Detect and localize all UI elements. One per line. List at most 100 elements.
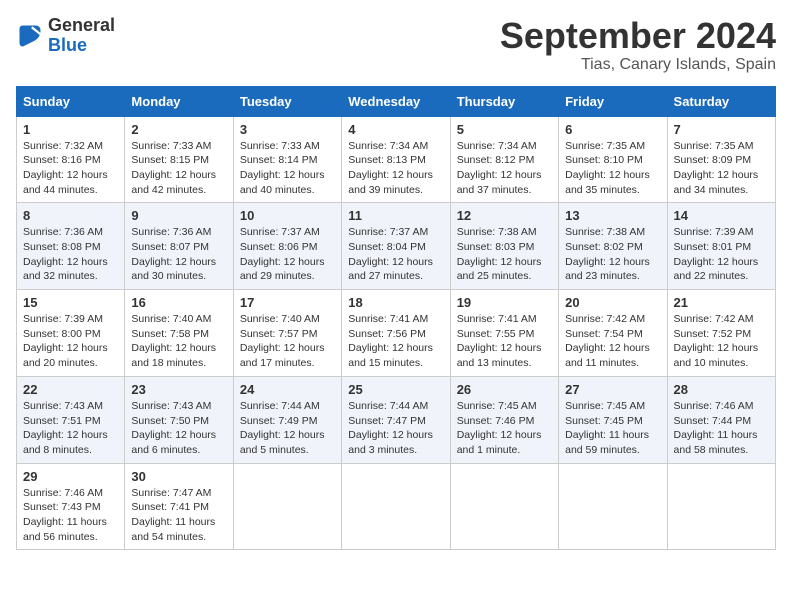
- day-info: Sunrise: 7:44 AM Sunset: 7:47 PM Dayligh…: [348, 399, 443, 458]
- logo-icon: [16, 22, 44, 50]
- calendar-week-row: 15 Sunrise: 7:39 AM Sunset: 8:00 PM Dayli…: [17, 290, 776, 377]
- day-info: Sunrise: 7:45 AM Sunset: 7:45 PM Dayligh…: [565, 399, 660, 458]
- logo: General Blue: [16, 16, 115, 56]
- calendar-cell: [233, 463, 341, 550]
- calendar-cell: 8 Sunrise: 7:36 AM Sunset: 8:08 PM Daylig…: [17, 203, 125, 290]
- day-info: Sunrise: 7:35 AM Sunset: 8:09 PM Dayligh…: [674, 139, 769, 198]
- day-info: Sunrise: 7:41 AM Sunset: 7:55 PM Dayligh…: [457, 312, 552, 371]
- day-number: 8: [23, 208, 118, 223]
- calendar-cell: 20Sunrise: 7:42 AM Sunset: 7:54 PM Dayli…: [559, 290, 667, 377]
- day-number: 18: [348, 295, 443, 310]
- calendar-cell: 25 Sunrise: 7:44 AM Sunset: 7:47 PM Dayli…: [342, 376, 450, 463]
- day-info: Sunrise: 7:40 AM Sunset: 7:58 PM Dayligh…: [131, 312, 226, 371]
- month-title: September 2024: [500, 16, 776, 56]
- day-info: Sunrise: 7:43 AM Sunset: 7:51 PM Dayligh…: [23, 399, 118, 458]
- day-number: 13: [565, 208, 660, 223]
- weekday-header: Saturday: [667, 86, 775, 116]
- day-info: Sunrise: 7:43 AM Sunset: 7:50 PM Dayligh…: [131, 399, 226, 458]
- calendar-cell: 10Sunrise: 7:37 AM Sunset: 8:06 PM Dayli…: [233, 203, 341, 290]
- day-info: Sunrise: 7:42 AM Sunset: 7:54 PM Dayligh…: [565, 312, 660, 371]
- calendar-cell: 1 Sunrise: 7:32 AM Sunset: 8:16 PM Daylig…: [17, 116, 125, 203]
- calendar-cell: 16 Sunrise: 7:40 AM Sunset: 7:58 PM Dayli…: [125, 290, 233, 377]
- calendar-cell: 15 Sunrise: 7:39 AM Sunset: 8:00 PM Dayli…: [17, 290, 125, 377]
- day-number: 23: [131, 382, 226, 397]
- day-number: 9: [131, 208, 226, 223]
- day-info: Sunrise: 7:39 AM Sunset: 8:01 PM Dayligh…: [674, 225, 769, 284]
- calendar-cell: 5 Sunrise: 7:34 AM Sunset: 8:12 PM Daylig…: [450, 116, 558, 203]
- calendar-cell: 26Sunrise: 7:45 AM Sunset: 7:46 PM Dayli…: [450, 376, 558, 463]
- day-number: 19: [457, 295, 552, 310]
- day-number: 6: [565, 122, 660, 137]
- day-info: Sunrise: 7:47 AM Sunset: 7:41 PM Dayligh…: [131, 486, 226, 545]
- calendar-cell: 11 Sunrise: 7:37 AM Sunset: 8:04 PM Dayli…: [342, 203, 450, 290]
- calendar-cell: [342, 463, 450, 550]
- day-info: Sunrise: 7:37 AM Sunset: 8:04 PM Dayligh…: [348, 225, 443, 284]
- day-number: 25: [348, 382, 443, 397]
- calendar-week-row: 8 Sunrise: 7:36 AM Sunset: 8:08 PM Daylig…: [17, 203, 776, 290]
- calendar-cell: 30 Sunrise: 7:47 AM Sunset: 7:41 PM Dayli…: [125, 463, 233, 550]
- day-number: 26: [457, 382, 552, 397]
- weekday-header: Thursday: [450, 86, 558, 116]
- calendar-cell: 23 Sunrise: 7:43 AM Sunset: 7:50 PM Dayli…: [125, 376, 233, 463]
- calendar-cell: 7 Sunrise: 7:35 AM Sunset: 8:09 PM Daylig…: [667, 116, 775, 203]
- day-info: Sunrise: 7:42 AM Sunset: 7:52 PM Dayligh…: [674, 312, 769, 371]
- day-number: 2: [131, 122, 226, 137]
- day-number: 21: [674, 295, 769, 310]
- day-number: 4: [348, 122, 443, 137]
- day-number: 17: [240, 295, 335, 310]
- logo-blue-text: Blue: [48, 35, 87, 55]
- day-info: Sunrise: 7:44 AM Sunset: 7:49 PM Dayligh…: [240, 399, 335, 458]
- calendar-cell: [667, 463, 775, 550]
- day-number: 14: [674, 208, 769, 223]
- day-number: 28: [674, 382, 769, 397]
- weekday-header: Tuesday: [233, 86, 341, 116]
- day-number: 27: [565, 382, 660, 397]
- calendar-cell: 18Sunrise: 7:41 AM Sunset: 7:56 PM Dayli…: [342, 290, 450, 377]
- calendar-cell: 27 Sunrise: 7:45 AM Sunset: 7:45 PM Dayli…: [559, 376, 667, 463]
- title-block: September 2024 Tias, Canary Islands, Spa…: [500, 16, 776, 74]
- calendar-cell: 24Sunrise: 7:44 AM Sunset: 7:49 PM Dayli…: [233, 376, 341, 463]
- weekday-header: Wednesday: [342, 86, 450, 116]
- calendar-cell: 6 Sunrise: 7:35 AM Sunset: 8:10 PM Daylig…: [559, 116, 667, 203]
- day-info: Sunrise: 7:33 AM Sunset: 8:15 PM Dayligh…: [131, 139, 226, 198]
- calendar-cell: 14 Sunrise: 7:39 AM Sunset: 8:01 PM Dayli…: [667, 203, 775, 290]
- day-number: 10: [240, 208, 335, 223]
- day-info: Sunrise: 7:36 AM Sunset: 8:07 PM Dayligh…: [131, 225, 226, 284]
- calendar-cell: 21 Sunrise: 7:42 AM Sunset: 7:52 PM Dayli…: [667, 290, 775, 377]
- day-number: 7: [674, 122, 769, 137]
- calendar-cell: 28 Sunrise: 7:46 AM Sunset: 7:44 PM Dayli…: [667, 376, 775, 463]
- day-info: Sunrise: 7:39 AM Sunset: 8:00 PM Dayligh…: [23, 312, 118, 371]
- calendar-cell: 9 Sunrise: 7:36 AM Sunset: 8:07 PM Daylig…: [125, 203, 233, 290]
- calendar-week-row: 1 Sunrise: 7:32 AM Sunset: 8:16 PM Daylig…: [17, 116, 776, 203]
- day-number: 5: [457, 122, 552, 137]
- calendar-cell: 12Sunrise: 7:38 AM Sunset: 8:03 PM Dayli…: [450, 203, 558, 290]
- calendar-cell: 29Sunrise: 7:46 AM Sunset: 7:43 PM Dayli…: [17, 463, 125, 550]
- day-info: Sunrise: 7:34 AM Sunset: 8:12 PM Dayligh…: [457, 139, 552, 198]
- calendar-body: 1 Sunrise: 7:32 AM Sunset: 8:16 PM Daylig…: [17, 116, 776, 550]
- weekday-header: Sunday: [17, 86, 125, 116]
- day-info: Sunrise: 7:40 AM Sunset: 7:57 PM Dayligh…: [240, 312, 335, 371]
- day-info: Sunrise: 7:35 AM Sunset: 8:10 PM Dayligh…: [565, 139, 660, 198]
- calendar-cell: [450, 463, 558, 550]
- day-number: 1: [23, 122, 118, 137]
- day-number: 15: [23, 295, 118, 310]
- calendar-cell: 2 Sunrise: 7:33 AM Sunset: 8:15 PM Daylig…: [125, 116, 233, 203]
- day-info: Sunrise: 7:46 AM Sunset: 7:43 PM Dayligh…: [23, 486, 118, 545]
- day-number: 11: [348, 208, 443, 223]
- day-info: Sunrise: 7:33 AM Sunset: 8:14 PM Dayligh…: [240, 139, 335, 198]
- calendar-cell: 19 Sunrise: 7:41 AM Sunset: 7:55 PM Dayli…: [450, 290, 558, 377]
- day-number: 12: [457, 208, 552, 223]
- calendar-cell: 3Sunrise: 7:33 AM Sunset: 8:14 PM Daylig…: [233, 116, 341, 203]
- day-info: Sunrise: 7:32 AM Sunset: 8:16 PM Dayligh…: [23, 139, 118, 198]
- logo-general-text: General: [48, 15, 115, 35]
- calendar-table: SundayMondayTuesdayWednesdayThursdayFrid…: [16, 86, 776, 551]
- day-number: 30: [131, 469, 226, 484]
- calendar-week-row: 29Sunrise: 7:46 AM Sunset: 7:43 PM Dayli…: [17, 463, 776, 550]
- day-info: Sunrise: 7:36 AM Sunset: 8:08 PM Dayligh…: [23, 225, 118, 284]
- day-number: 22: [23, 382, 118, 397]
- day-number: 16: [131, 295, 226, 310]
- day-info: Sunrise: 7:46 AM Sunset: 7:44 PM Dayligh…: [674, 399, 769, 458]
- weekday-header-row: SundayMondayTuesdayWednesdayThursdayFrid…: [17, 86, 776, 116]
- calendar-cell: 4Sunrise: 7:34 AM Sunset: 8:13 PM Daylig…: [342, 116, 450, 203]
- weekday-header: Monday: [125, 86, 233, 116]
